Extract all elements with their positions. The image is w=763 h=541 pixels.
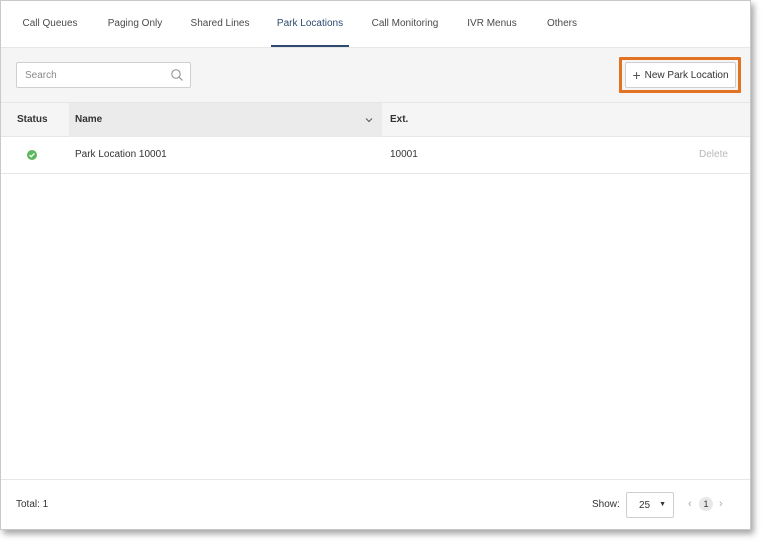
column-header-status[interactable]: Status: [17, 103, 48, 137]
total-count: Total: 1: [16, 499, 49, 510]
delete-link[interactable]: Delete: [699, 137, 728, 173]
column-header-name[interactable]: Name: [75, 103, 102, 137]
park-locations-window: Call Queues Paging Only Shared Lines Par…: [0, 0, 751, 530]
page-size-select[interactable]: 25 ▼: [626, 492, 674, 518]
tab-others[interactable]: Others: [539, 1, 585, 47]
name-column-sorted-bg: [69, 103, 382, 137]
chevron-right-icon[interactable]: ›: [719, 498, 723, 510]
show-label: Show:: [592, 499, 620, 510]
search-box: [16, 62, 191, 88]
chevron-left-icon[interactable]: ‹: [688, 498, 692, 510]
plus-icon: +: [632, 67, 641, 83]
new-park-location-button[interactable]: + New Park Location: [625, 62, 736, 88]
table-header: Status Name Ext.: [1, 103, 750, 137]
page-size-value: 25: [639, 500, 651, 511]
row-ext: 10001: [390, 149, 418, 160]
tab-ivr-menus[interactable]: IVR Menus: [460, 1, 524, 47]
toolbar: + New Park Location: [1, 47, 750, 103]
search-input[interactable]: [17, 63, 167, 87]
tab-shared-lines[interactable]: Shared Lines: [185, 1, 255, 47]
new-park-location-label: New Park Location: [644, 69, 729, 81]
column-header-ext[interactable]: Ext.: [390, 103, 408, 137]
search-icon[interactable]: [170, 68, 184, 82]
table-row[interactable]: Park Location 10001 10001 Delete: [1, 137, 750, 174]
row-name: Park Location 10001: [75, 149, 167, 160]
page-number-button[interactable]: 1: [699, 497, 713, 511]
footer: Total: 1 Show: 25 ▼ ‹ 1 ›: [1, 479, 750, 530]
tab-park-locations[interactable]: Park Locations: [271, 1, 349, 47]
caret-down-icon: ▼: [659, 501, 666, 508]
check-circle-icon: [27, 150, 37, 160]
tab-paging-only[interactable]: Paging Only: [101, 1, 169, 47]
tab-call-queues[interactable]: Call Queues: [16, 1, 84, 47]
tab-call-monitoring[interactable]: Call Monitoring: [365, 1, 445, 47]
tab-bar: Call Queues Paging Only Shared Lines Par…: [1, 1, 750, 47]
chevron-down-icon[interactable]: [364, 115, 374, 125]
